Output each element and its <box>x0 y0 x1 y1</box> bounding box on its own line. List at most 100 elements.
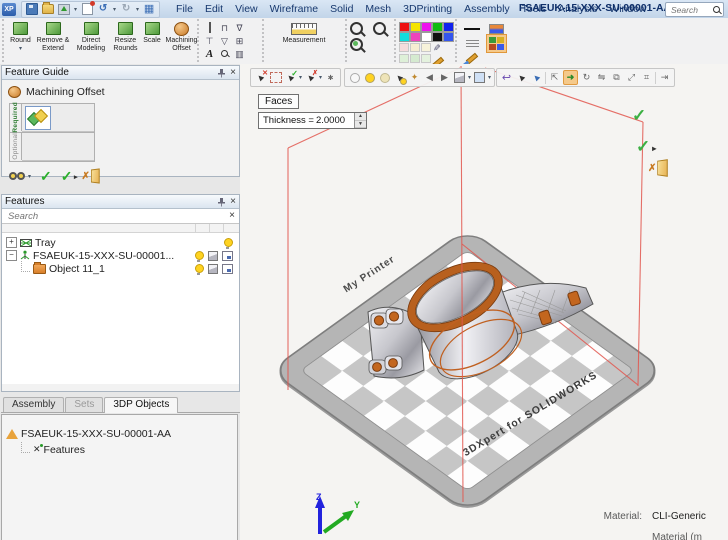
reject-dropdown-icon[interactable]: ▾ <box>319 74 322 81</box>
color-swatch[interactable] <box>410 32 421 42</box>
solid-display-icon[interactable] <box>208 264 218 274</box>
pick-axis-icon[interactable]: ► <box>530 71 543 84</box>
options-icon[interactable]: ✱ <box>324 71 337 84</box>
search-icon[interactable] <box>713 6 720 13</box>
next-view-icon[interactable]: ▶ <box>438 71 451 84</box>
viewport-apply-button[interactable]: ✓▸ <box>636 139 650 155</box>
tab-3dp-objects[interactable]: 3DP Objects <box>104 397 178 413</box>
render-style-icon[interactable] <box>486 34 507 53</box>
round-button[interactable]: Round ▾ <box>7 19 34 62</box>
box-select-icon[interactable] <box>269 71 282 84</box>
selected-hole-face[interactable] <box>373 363 382 372</box>
annotation-visibility-icon[interactable]: ▥ <box>235 49 244 59</box>
datum-dimension-icon[interactable]: ⊤ <box>206 36 214 46</box>
machining-offset-button[interactable]: Machining Offset <box>163 19 200 62</box>
tab-sets[interactable]: Sets <box>65 397 103 412</box>
mirror-icon[interactable]: ⇋ <box>595 71 608 84</box>
display-mode-icon[interactable] <box>222 264 233 274</box>
render-dropdown-icon[interactable]: ▾ <box>488 74 491 81</box>
viewport-exit-button[interactable]: ✗ <box>648 160 668 176</box>
pale-swatch[interactable] <box>421 54 431 63</box>
menu-file[interactable]: File <box>170 1 199 18</box>
confirm-pick-icon[interactable]: ►✓ <box>284 71 297 84</box>
frame-dimension-icon[interactable]: ⊓ <box>221 23 228 33</box>
copy-icon[interactable] <box>81 4 93 15</box>
light-on-icon[interactable] <box>363 71 376 84</box>
3d-viewport[interactable]: My Printer 3DXpert for SOLIDWORKS <box>240 64 728 540</box>
redo-icon[interactable]: ↻ <box>120 4 132 15</box>
menu-solid[interactable]: Solid <box>324 1 359 18</box>
active-move-icon[interactable]: ➜ <box>563 70 578 85</box>
color-swatch[interactable] <box>432 32 443 42</box>
light-off-icon[interactable] <box>348 71 361 84</box>
app-logo[interactable]: XP <box>2 3 16 16</box>
fit-icon[interactable]: ⤢ <box>625 71 638 84</box>
selected-hole-face[interactable] <box>389 312 398 321</box>
part-model[interactable] <box>360 250 600 385</box>
selected-hole-face[interactable] <box>389 359 398 368</box>
return-icon[interactable]: ↩ <box>500 71 513 84</box>
clear-search-icon[interactable]: × <box>229 211 235 221</box>
collapse-icon[interactable]: − <box>6 250 17 261</box>
menu-edit[interactable]: Edit <box>199 1 229 18</box>
table-icon[interactable]: ▦ <box>143 4 155 15</box>
exit-button[interactable]: ✗ <box>81 169 99 183</box>
triangle-dimension-icon[interactable]: ▽ <box>221 36 228 46</box>
linear-dimension-icon[interactable] <box>209 23 211 33</box>
tab-assembly[interactable]: Assembly <box>3 397 64 412</box>
color-swatch[interactable] <box>421 32 432 42</box>
scale-button[interactable]: Scale <box>141 19 163 62</box>
solid-display-icon[interactable] <box>208 251 218 261</box>
color-swatch[interactable] <box>443 32 454 42</box>
highlight-icon[interactable]: ✦ <box>408 71 421 84</box>
expand-icon[interactable]: + <box>6 237 17 248</box>
reject-pick-icon[interactable]: ►✗ <box>304 71 317 84</box>
thickness-input[interactable] <box>314 114 354 127</box>
objects-features-row[interactable]: ✕ Features <box>2 443 237 456</box>
tree-row-object[interactable]: Object 11_1 <box>2 262 239 275</box>
more-tools-icon[interactable]: ⇥ <box>658 71 671 84</box>
round-dropdown-icon[interactable]: ▾ <box>19 45 22 52</box>
faces-selection-tile[interactable] <box>25 106 51 130</box>
previous-view-icon[interactable]: ◀ <box>423 71 436 84</box>
pale-swatch[interactable] <box>410 54 420 63</box>
pale-swatch[interactable] <box>399 54 409 63</box>
viewport-ok-button[interactable]: ✓ <box>632 108 646 124</box>
faces-chip[interactable]: Faces <box>258 94 299 109</box>
pale-swatch[interactable] <box>410 43 420 52</box>
menu-3dprinting[interactable]: 3DPrinting <box>397 1 458 18</box>
view-dropdown-icon[interactable]: ▾ <box>468 74 471 81</box>
color-swatch[interactable] <box>399 22 410 32</box>
text-tool-icon[interactable]: A <box>206 49 213 59</box>
array-icon[interactable]: ⧉ <box>610 71 623 84</box>
measurement-button[interactable]: Measurement <box>267 19 341 62</box>
export-icon[interactable] <box>58 4 70 15</box>
search-input[interactable] <box>669 3 711 16</box>
color-swatch[interactable] <box>443 22 454 32</box>
apply-style-icon[interactable] <box>466 53 478 65</box>
hatch-style-icon[interactable] <box>489 24 504 34</box>
line-style-icon[interactable] <box>464 28 480 30</box>
line-width-icon[interactable] <box>466 40 479 48</box>
eyedropper-icon[interactable]: ✎ <box>430 44 441 52</box>
clear-selection-icon[interactable]: ►✕ <box>254 71 267 84</box>
visibility-bulb-icon[interactable] <box>195 251 204 260</box>
render-mode-icon[interactable] <box>473 71 486 84</box>
align-icon[interactable]: ⇱ <box>548 71 561 84</box>
redo-dropdown-icon[interactable]: ▾ <box>136 6 139 13</box>
pin-icon[interactable] <box>217 68 226 78</box>
thickness-spinner[interactable]: ▲▼ <box>354 113 366 128</box>
selected-hole-face[interactable] <box>374 316 383 325</box>
menu-wireframe[interactable]: Wireframe <box>264 1 324 18</box>
snap-icon[interactable]: ⌗ <box>640 71 653 84</box>
box-dimension-icon[interactable]: ⊞ <box>236 36 244 46</box>
spin-down-icon[interactable]: ▼ <box>355 121 366 129</box>
visibility-bulb-icon[interactable] <box>195 264 204 273</box>
visibility-bulb-icon[interactable] <box>224 238 233 247</box>
menu-mesh[interactable]: Mesh <box>359 1 397 18</box>
features-search-input[interactable] <box>6 210 229 223</box>
tree-row-tray[interactable]: + Tray <box>2 236 239 249</box>
pick-dropdown-icon[interactable]: ▾ <box>299 74 302 81</box>
pick-light-icon[interactable]: ► <box>393 71 406 84</box>
angle-dimension-icon[interactable]: ∇ <box>236 23 242 33</box>
